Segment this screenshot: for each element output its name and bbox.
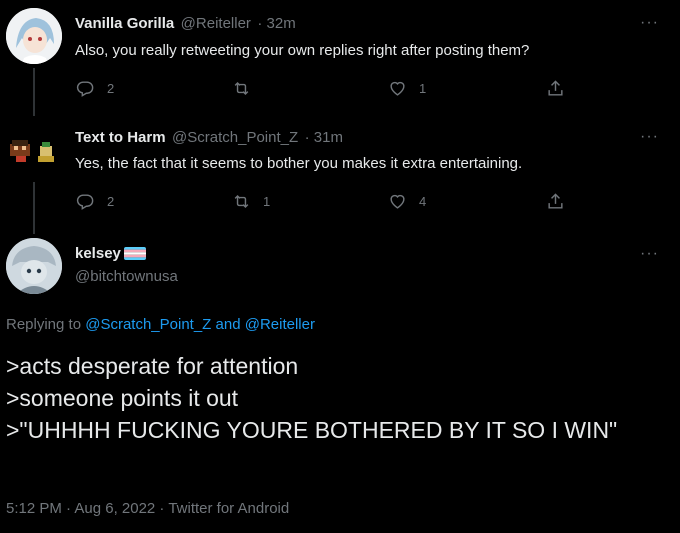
reply-count: 2 <box>107 81 115 96</box>
tweet-text: Also, you really retweeting your own rep… <box>75 42 530 59</box>
like-button[interactable]: 1 <box>388 79 426 98</box>
avatar[interactable] <box>6 238 62 294</box>
tweet-text: Yes, the fact that it seems to bother yo… <box>75 155 523 172</box>
share-icon <box>548 193 563 209</box>
display-name[interactable]: Text to Harm <box>75 129 166 146</box>
avatar[interactable] <box>6 8 62 64</box>
avatar[interactable] <box>6 122 62 178</box>
tweet-line: >"UHHHH FUCKING YOURE BOTHERED BY IT SO … <box>6 417 618 443</box>
reply-icon <box>76 194 94 210</box>
tweet-text: >acts desperate for attention >someone p… <box>6 350 646 446</box>
share-button[interactable] <box>546 79 565 98</box>
like-button[interactable]: 4 <box>388 192 426 211</box>
more-icon[interactable]: ··· <box>640 245 659 263</box>
handle[interactable]: @bitchtownusa <box>75 268 178 285</box>
retweet-icon <box>234 81 249 96</box>
tweet-line: >someone points it out <box>6 385 239 411</box>
reply-button[interactable]: 2 <box>76 79 114 98</box>
share-icon <box>548 80 563 96</box>
reply-icon <box>76 81 94 97</box>
display-name[interactable]: kelsey <box>75 245 121 262</box>
share-button[interactable] <box>546 192 565 211</box>
tweet-line: >acts desperate for attention <box>6 353 299 379</box>
timestamp[interactable]: · 32m <box>257 15 295 32</box>
retweet-count: 1 <box>263 194 271 209</box>
timestamp[interactable]: · 31m <box>305 129 343 146</box>
more-icon[interactable]: ··· <box>640 128 659 146</box>
like-count: 1 <box>419 81 427 96</box>
reply-count: 2 <box>107 194 115 209</box>
thread-line-2 <box>33 182 35 234</box>
replying-to: Replying to @Scratch_Point_Z and @Reitel… <box>6 316 315 333</box>
handle[interactable]: @Reiteller <box>181 15 251 32</box>
retweet-icon <box>234 194 249 209</box>
like-count: 4 <box>419 194 427 209</box>
more-icon[interactable]: ··· <box>640 14 659 32</box>
trans-flag-icon <box>123 247 146 260</box>
mention-link[interactable]: @Scratch_Point_Z <box>85 316 211 333</box>
reply-button[interactable]: 2 <box>76 192 114 211</box>
tweet-meta[interactable]: 5:12 PM · Aug 6, 2022 · Twitter for Andr… <box>6 500 289 517</box>
like-icon <box>390 81 405 96</box>
mention-link[interactable]: @Reiteller <box>245 316 315 333</box>
like-icon <box>390 194 405 209</box>
retweet-button[interactable]: 1 <box>232 192 270 211</box>
thread-line-1 <box>33 68 35 116</box>
handle[interactable]: @Scratch_Point_Z <box>172 129 298 146</box>
retweet-button[interactable] <box>232 79 263 98</box>
display-name[interactable]: Vanilla Gorilla <box>75 15 174 32</box>
